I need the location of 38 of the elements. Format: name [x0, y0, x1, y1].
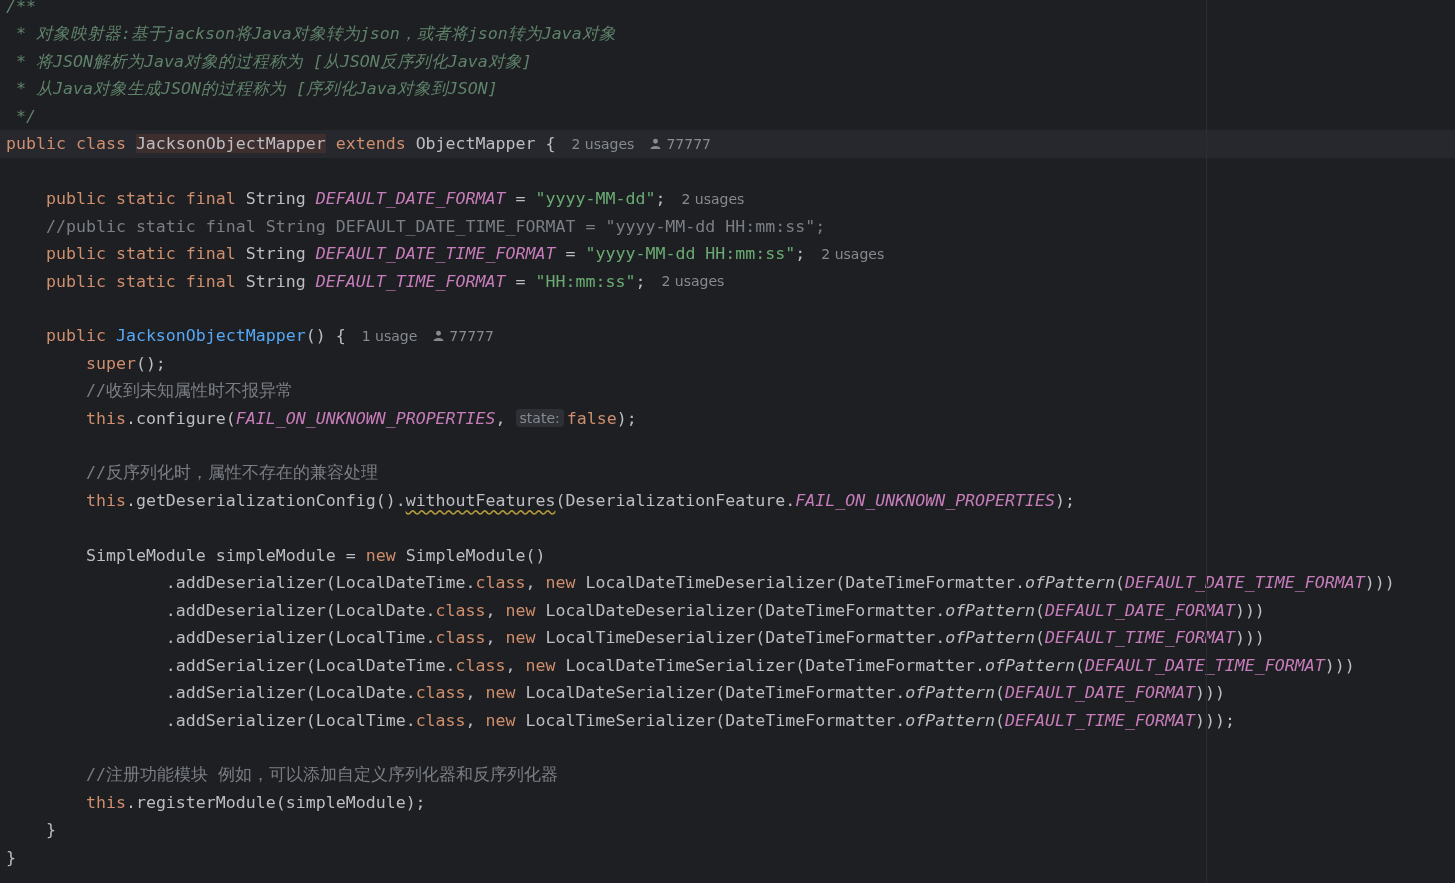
code-text: SimpleModule simpleModule = new SimpleModule(): [85, 545, 546, 565]
code-text: .addSerializer(LocalTime.class, new LocalTimeSerializer(DateTimeFormatter.ofPattern(DEFAULT_TIME_FORMAT)));: [165, 710, 1235, 730]
code-text: //反序列化时，属性不存在的兼容处理: [85, 462, 378, 485]
usages-hint[interactable]: 1 usage: [361, 327, 418, 344]
code-text: */: [16, 106, 36, 126]
code-text: //注册功能模块 例如，可以添加自定义序列化器和反序列化器: [85, 763, 558, 786]
code-text: public static final String DEFAULT_DATE_TIME_FORMAT = "yyyy-MM-dd HH:mm:ss";: [45, 244, 806, 264]
code-text: .addSerializer(LocalDate.class, new LocalDateSerializer(DateTimeFormatter.ofPattern(DEFAULT_DATE_FORMAT))): [165, 683, 1225, 703]
code-text: /**: [6, 0, 36, 17]
code-text: this.getDeserializationConfig().withoutFeatures(DeserializationFeature.FAIL_ON_UNKNOWN_PROPERTIES);: [85, 491, 1075, 511]
code-text: }: [6, 847, 16, 867]
person-icon: [433, 330, 445, 342]
code-text: .addDeserializer(LocalDateTime.class, new LocalDateTimeDeserializer(DateTimeFormatter.ofPattern(DEFAULT_DATE_TIME_FORMAT))): [165, 573, 1395, 593]
author-hint[interactable]: 77777: [449, 327, 494, 344]
usages-hint[interactable]: 2 usages: [821, 245, 885, 262]
author-hint[interactable]: 77777: [666, 135, 711, 152]
code-text: }: [45, 820, 56, 840]
code-text: false);: [566, 408, 637, 428]
code-text: //public static final String DEFAULT_DATE_TIME_FORMAT = "yyyy-MM-dd HH:mm:ss";: [45, 216, 826, 236]
code-text: this.registerModule(simpleModule);: [85, 792, 426, 812]
code-text: //收到未知属性时不报异常: [85, 379, 293, 402]
parameter-hint: state:: [515, 409, 564, 428]
code-text: this.configure(FAIL_ON_UNKNOWN_PROPERTIES,: [85, 408, 506, 428]
code-text: public static final String DEFAULT_DATE_FORMAT = "yyyy-MM-dd";: [45, 189, 666, 209]
usages-hint[interactable]: 2 usages: [571, 135, 635, 152]
code-text: * 从Java对象生成JSON的过程称为 [序列化Java对象到JSON]: [16, 78, 498, 101]
code-text: public static final String DEFAULT_TIME_FORMAT = "HH:mm:ss";: [45, 271, 646, 291]
code-text: * 将JSON解析为Java对象的过程称为 [从JSON反序列化Java对象]: [16, 50, 532, 73]
code-text: public class JacksonObjectMapper extends ObjectMapper {: [6, 134, 556, 154]
code-text: public JacksonObjectMapper() {: [45, 326, 346, 346]
code-text: super();: [85, 353, 166, 373]
code-text: .addDeserializer(LocalTime.class, new LocalTimeDeserializer(DateTimeFormatter.ofPattern(DEFAULT_TIME_FORMAT))): [165, 628, 1265, 648]
code-text: .addSerializer(LocalDateTime.class, new LocalDateTimeSerializer(DateTimeFormatter.ofPattern(DEFAULT_DATE_TIME_FORMAT))): [165, 655, 1355, 675]
code-text: * 对象映射器:基于jackson将Java对象转为json，或者将json转为Java对象: [16, 23, 616, 46]
usages-hint[interactable]: 2 usages: [661, 273, 725, 290]
usages-hint[interactable]: 2 usages: [681, 190, 745, 207]
code-text: .addDeserializer(LocalDate.class, new LocalDateDeserializer(DateTimeFormatter.ofPattern(DEFAULT_DATE_FORMAT))): [165, 600, 1265, 620]
person-icon: [650, 138, 662, 150]
